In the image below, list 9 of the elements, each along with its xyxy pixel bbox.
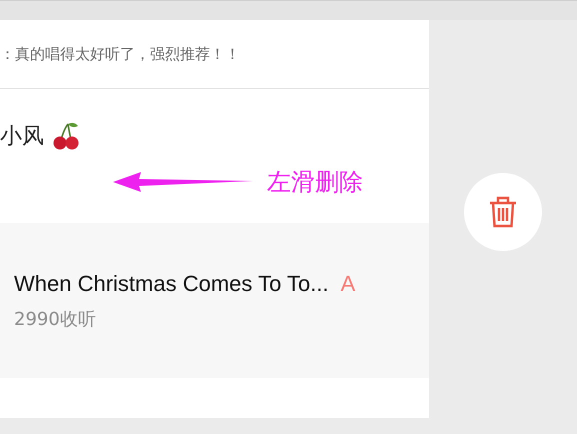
annotation-text: 左滑删除 xyxy=(267,167,363,198)
cherry-icon xyxy=(52,121,80,151)
song-item[interactable]: When Christmas Comes To To... A 2990收听 xyxy=(0,223,429,378)
user-name: 小风 xyxy=(0,123,44,151)
comment-text: ：真的唱得太好听了，强烈推荐！！ xyxy=(0,44,240,64)
trash-icon xyxy=(488,196,518,228)
song-title: When Christmas Comes To To... xyxy=(14,270,329,296)
listen-count: 2990收听 xyxy=(14,308,97,330)
song-tag: A xyxy=(340,270,356,296)
